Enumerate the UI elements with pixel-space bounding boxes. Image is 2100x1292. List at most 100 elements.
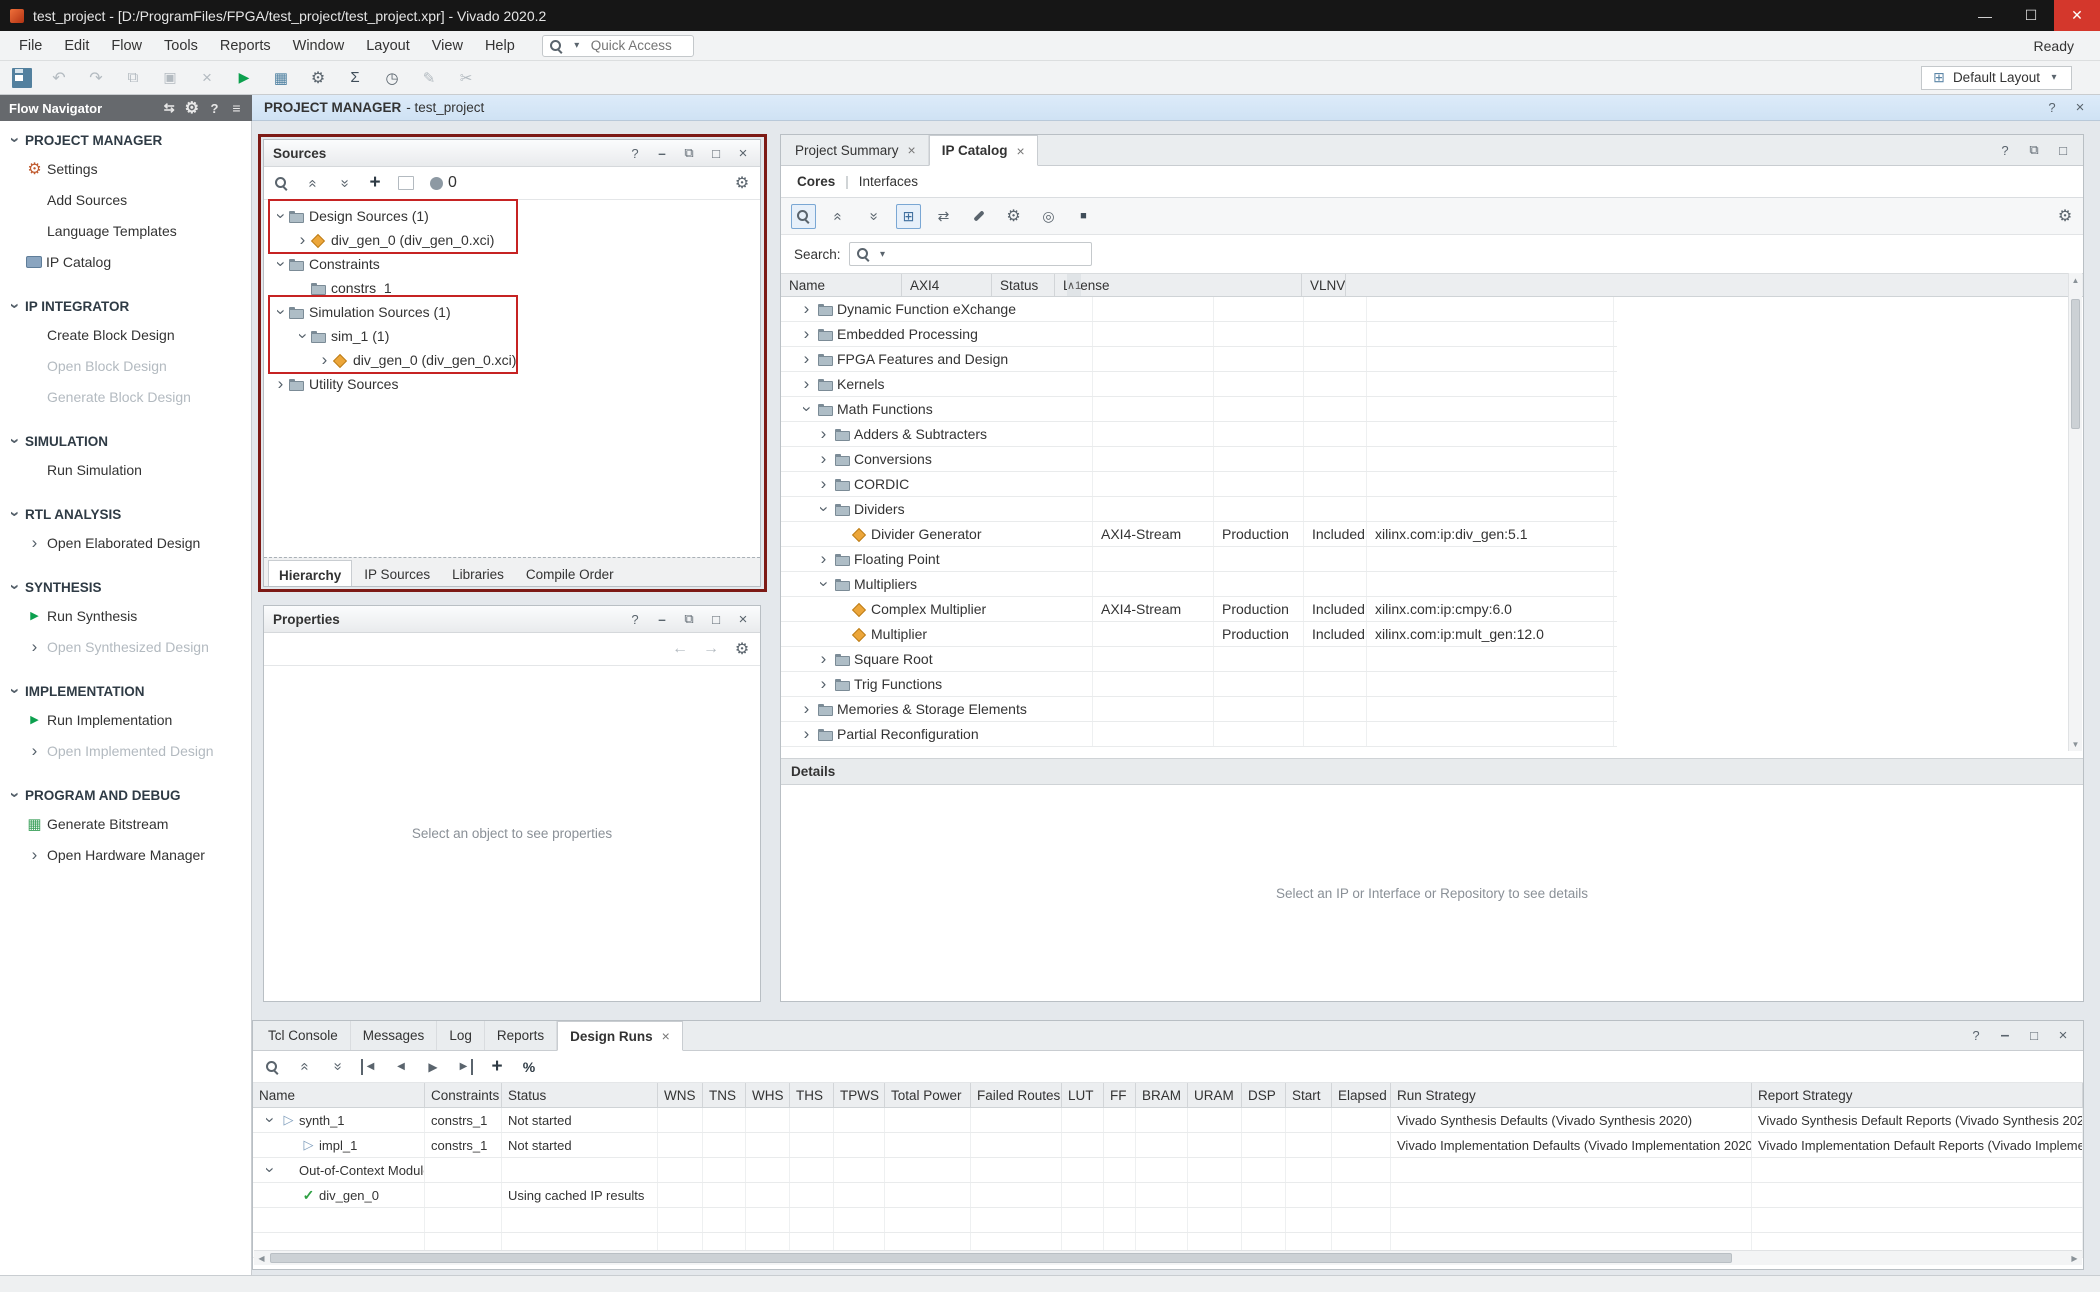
column-header[interactable]: Failed Routes [971,1083,1062,1107]
tree-expander-icon[interactable] [281,1187,298,1203]
ip-catalog-row[interactable]: CORDIC [781,472,1617,497]
delete-icon[interactable] [197,68,217,88]
flow-nav-item[interactable]: Open Block Design [0,350,251,381]
source-tree-row[interactable]: div_gen_0 (div_gen_0.xci) [264,348,760,372]
source-tree-row[interactable]: sim_1 (1) [264,324,760,348]
quick-access-input[interactable] [589,37,689,54]
create-run-icon[interactable] [489,1059,505,1075]
tree-expander-icon[interactable] [815,651,832,667]
flow-nav-section[interactable]: PROJECT MANAGER [0,127,251,153]
flow-nav-item[interactable]: Create Block Design [0,319,251,350]
close-tab-icon[interactable] [908,142,916,158]
layout-selector[interactable]: Default Layout [1921,66,2072,90]
ip-catalog-row[interactable]: Embedded Processing [781,322,1617,347]
bottom-tab[interactable]: Tcl Console [256,1021,351,1050]
menu-item[interactable]: Tools [153,38,209,54]
search-icon[interactable] [274,176,290,190]
settings-gear-icon[interactable] [308,68,328,88]
quick-access-search[interactable] [542,35,694,57]
flow-nav-item[interactable]: Open Implemented Design [0,735,251,766]
tree-expander-icon[interactable] [294,280,311,296]
ip-catalog-row[interactable]: Divider Generator AXI4-Stream Production… [781,522,1617,547]
close-icon[interactable] [735,611,751,627]
source-tree-row[interactable]: constrs_1 [264,276,760,300]
ip-status-icon[interactable] [1036,204,1061,229]
help-icon[interactable] [1968,1028,1984,1044]
flow-nav-section[interactable]: IMPLEMENTATION [0,678,251,704]
undo-icon[interactable] [49,68,69,88]
vertical-scrollbar[interactable]: ▲ ▼ [2068,273,2082,751]
source-tree-row[interactable]: Utility Sources [264,372,760,396]
tree-expander-icon[interactable] [815,576,832,592]
settings-icon[interactable] [734,641,750,657]
column-header[interactable]: Report Strategy [1752,1083,2083,1107]
ip-catalog-row[interactable]: FPGA Features and Design [781,347,1617,372]
scrollbar-thumb[interactable] [2071,299,2080,429]
back-icon[interactable] [672,641,688,657]
column-header[interactable]: Start [1286,1083,1332,1107]
column-header[interactable]: BRAM [1136,1083,1188,1107]
ip-search-input[interactable] [894,246,1085,263]
tree-expander-icon[interactable] [798,351,815,367]
ip-catalog-row[interactable]: Multiplier Production Included xilinx.co… [781,622,1617,647]
flow-nav-item[interactable]: Generate Block Design [0,381,251,412]
column-header[interactable]: DSP [1242,1083,1286,1107]
tree-expander-icon[interactable] [815,476,832,492]
column-header[interactable]: TNS [703,1083,746,1107]
source-tree-row[interactable]: Constraints [264,252,760,276]
expand-all-icon[interactable] [329,1059,345,1075]
group-by-icon[interactable] [931,204,956,229]
column-header[interactable]: Name [253,1083,425,1107]
design-run-row[interactable]: div_gen_0 Using cached IP results [253,1183,2083,1208]
edit-icon[interactable] [419,68,439,88]
tree-expander-icon[interactable] [798,726,815,742]
tree-expander-icon[interactable] [832,601,849,617]
ip-catalog-row[interactable]: Partial Reconfiguration [781,722,1617,747]
scroll-left-icon[interactable]: ◀ [254,1251,269,1265]
column-header[interactable]: THS [790,1083,834,1107]
tree-expander-icon[interactable] [272,208,289,224]
sources-panel-titlebar[interactable]: Sources [264,140,760,167]
close-icon[interactable] [735,145,751,161]
hierarchy-view-icon[interactable] [896,204,921,229]
flow-nav-item[interactable]: Open Hardware Manager [0,839,251,870]
ip-catalog-row[interactable]: Dividers [781,497,1617,522]
tree-expander-icon[interactable] [261,1162,278,1178]
design-run-row[interactable]: impl_1 constrs_1 Not started [253,1133,2083,1158]
paste-icon[interactable] [160,68,180,88]
flow-nav-item[interactable]: Add Sources [0,184,251,215]
help-icon[interactable] [2044,100,2060,116]
column-header[interactable]: URAM [1188,1083,1242,1107]
maximize-icon[interactable] [708,145,724,161]
column-header[interactable]: Status [992,274,1055,296]
run-icon[interactable] [234,68,254,88]
ip-catalog-row[interactable]: Adders & Subtracters [781,422,1617,447]
ip-catalog-row[interactable]: Complex Multiplier AXI4-Stream Productio… [781,597,1617,622]
flow-nav-section[interactable]: SIMULATION [0,428,251,454]
design-run-row[interactable]: synth_1 constrs_1 Not started [253,1108,2083,1133]
ip-catalog-row[interactable]: Square Root [781,647,1617,672]
timing-icon[interactable] [382,68,402,88]
ip-catalog-row[interactable]: Math Functions [781,397,1617,422]
relaunch-icon[interactable] [521,1059,537,1075]
column-header[interactable]: LUT [1062,1083,1104,1107]
forward-icon[interactable] [703,641,719,657]
tree-expander-icon[interactable] [798,376,815,392]
ip-settings-icon[interactable] [1001,204,1026,229]
search-icon[interactable] [791,204,816,229]
bottom-tab[interactable]: Design Runs [557,1021,683,1051]
scrollbar-thumb[interactable] [270,1253,1732,1263]
flow-nav-item[interactable]: Run Synthesis [0,600,251,631]
tree-expander-icon[interactable] [316,352,333,368]
scroll-right-icon[interactable]: ▶ [2067,1251,2082,1265]
close-tab-icon[interactable] [1017,143,1025,159]
save-project-icon[interactable] [12,68,32,88]
maximize-icon[interactable] [2055,142,2071,158]
settings-icon[interactable] [185,102,199,115]
source-tree-row[interactable]: div_gen_0 (div_gen_0.xci) [264,228,760,252]
tree-expander-icon[interactable] [294,328,311,344]
flow-nav-item[interactable]: Open Synthesized Design [0,631,251,662]
column-header[interactable]: Elapsed [1332,1083,1391,1107]
maximize-icon[interactable] [2026,1028,2042,1044]
column-header[interactable]: Constraints [425,1083,502,1107]
